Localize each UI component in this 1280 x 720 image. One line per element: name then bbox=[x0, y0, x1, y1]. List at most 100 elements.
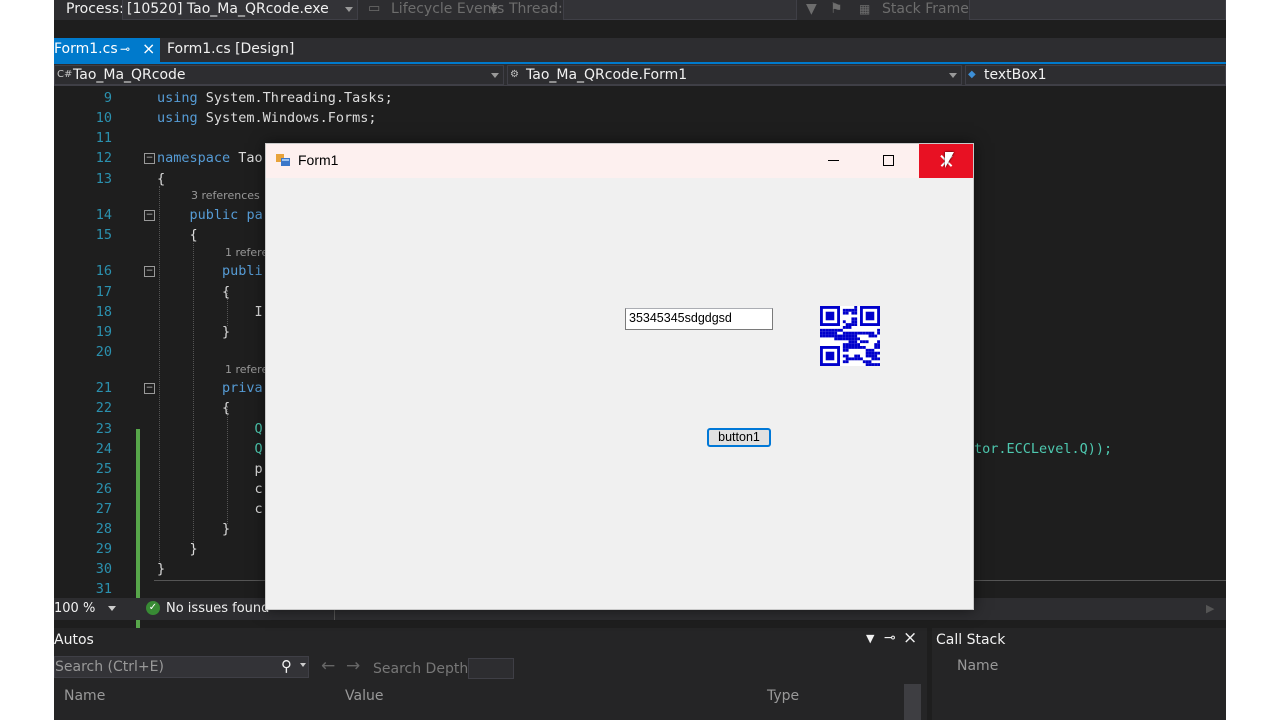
chevron-down-icon[interactable] bbox=[300, 663, 306, 667]
member-combo[interactable]: ◆ textBox1 bbox=[965, 65, 1226, 85]
textbox1[interactable]: 35345345sdgdgsd bbox=[625, 308, 773, 330]
code-line-24[interactable]: Q bbox=[157, 441, 263, 457]
keyword: namespace bbox=[157, 150, 231, 166]
chevron-down-icon bbox=[949, 73, 957, 78]
code-line-21[interactable]: priva bbox=[157, 380, 263, 396]
search-depth-combo[interactable] bbox=[468, 658, 514, 679]
keyword: publi bbox=[222, 263, 263, 279]
code-line-9[interactable]: using System.Threading.Tasks; bbox=[157, 90, 393, 106]
keyword: using bbox=[157, 90, 198, 106]
mouse-cursor-icon bbox=[945, 152, 954, 168]
line-number: 22 bbox=[95, 400, 112, 416]
line-number: 27 bbox=[95, 501, 112, 517]
stack-frame-combo[interactable] bbox=[969, 0, 1226, 20]
line-number: 10 bbox=[95, 110, 112, 126]
class-combo[interactable]: ⚙ Tao_Ma_QRcode.Form1 bbox=[507, 65, 962, 85]
lifecycle-events[interactable]: Lifecycle Events bbox=[391, 0, 504, 20]
call-stack-panel: Call Stack Name bbox=[932, 628, 1226, 720]
pin-icon[interactable]: ⊸ bbox=[120, 42, 130, 56]
form-title: Form1 bbox=[298, 152, 339, 168]
column-name[interactable]: Name bbox=[957, 658, 998, 674]
line-number: 15 bbox=[95, 227, 112, 243]
code-line-26[interactable]: c bbox=[157, 481, 263, 497]
qr-code-image bbox=[820, 306, 880, 366]
code-line-24-tail[interactable]: tor.ECCLevel.Q)); bbox=[974, 441, 1112, 457]
line-number: 9 bbox=[103, 90, 112, 106]
close-icon[interactable]: × bbox=[142, 39, 155, 58]
maximize-button[interactable] bbox=[864, 144, 918, 178]
stack-frame-icon: ▦ bbox=[859, 2, 871, 16]
column-name[interactable]: Name bbox=[64, 688, 105, 704]
collapse-icon[interactable]: − bbox=[144, 383, 155, 394]
class-icon: ⚙ bbox=[510, 69, 519, 80]
tab-form1-design[interactable]: Form1.cs [Design] bbox=[167, 41, 294, 57]
column-type[interactable]: Type bbox=[767, 688, 799, 704]
codelens-references[interactable]: 1 refere bbox=[225, 363, 268, 376]
code-line-19[interactable]: } bbox=[157, 324, 230, 340]
arrow-right-icon[interactable]: → bbox=[346, 656, 360, 676]
csharp-icon: C# bbox=[57, 69, 73, 80]
thread-combo[interactable] bbox=[563, 0, 797, 20]
process-combo[interactable]: [10520] Tao_Ma_QRcode.exe bbox=[122, 0, 358, 20]
code-line-12[interactable]: namespace Tao bbox=[157, 150, 263, 166]
code-line-10[interactable]: using System.Windows.Forms; bbox=[157, 110, 376, 126]
zoom-level[interactable]: 100 % bbox=[54, 601, 95, 616]
close-icon[interactable]: × bbox=[903, 628, 917, 648]
scrollbar[interactable] bbox=[904, 684, 921, 720]
minimize-button[interactable] bbox=[808, 144, 862, 178]
search-placeholder: Search (Ctrl+E) bbox=[55, 659, 164, 675]
form-title-bar[interactable]: Form1 bbox=[266, 144, 973, 178]
code-line-14[interactable]: public pa bbox=[157, 207, 263, 223]
codelens-references[interactable]: 1 refere bbox=[225, 246, 268, 259]
line-number: 21 bbox=[95, 380, 112, 396]
chevron-down-icon[interactable] bbox=[108, 606, 116, 611]
issues-status[interactable]: No issues found bbox=[166, 601, 269, 616]
collapse-icon[interactable]: − bbox=[144, 153, 155, 164]
search-depth-label: Search Depth: bbox=[373, 661, 473, 677]
line-number: 16 bbox=[95, 263, 112, 279]
filter-icon[interactable]: ▼ bbox=[806, 0, 817, 20]
minimize-icon bbox=[828, 160, 839, 161]
code-text: System.Threading.Tasks; bbox=[205, 90, 393, 106]
code-text: Tao bbox=[238, 150, 263, 166]
column-value[interactable]: Value bbox=[345, 688, 383, 704]
code-line-23[interactable]: Q bbox=[157, 421, 263, 437]
code-line-27[interactable]: c bbox=[157, 501, 263, 517]
code-line-28[interactable]: } bbox=[157, 521, 230, 537]
code-line-29[interactable]: } bbox=[157, 541, 198, 557]
line-number: 30 bbox=[95, 561, 112, 577]
code-line-25[interactable]: p bbox=[157, 461, 263, 477]
codelens-references[interactable]: 3 references bbox=[191, 189, 260, 202]
chevron-down-icon[interactable]: ▼ bbox=[866, 632, 874, 645]
scroll-right-icon[interactable]: ▶ bbox=[1206, 602, 1214, 615]
pin-icon[interactable]: ⊸ bbox=[884, 630, 896, 646]
code-line-17[interactable]: { bbox=[157, 284, 230, 300]
collapse-icon[interactable]: − bbox=[144, 266, 155, 277]
arrow-left-icon[interactable]: ← bbox=[321, 656, 335, 676]
code-line-16[interactable]: publi bbox=[157, 263, 263, 279]
project-combo[interactable]: C# Tao_Ma_QRcode bbox=[54, 65, 504, 85]
code-line-13[interactable]: { bbox=[157, 171, 165, 187]
search-icon[interactable]: ⚲ bbox=[281, 657, 292, 675]
navigation-bar: C# Tao_Ma_QRcode ⚙ Tao_Ma_QRcode.Form1 ◆… bbox=[54, 64, 1226, 86]
keyword: using bbox=[157, 110, 198, 126]
line-number: 17 bbox=[95, 284, 112, 300]
code-line-30[interactable]: } bbox=[157, 561, 165, 577]
line-number: 23 bbox=[95, 421, 112, 437]
process-value: [10520] Tao_Ma_QRcode.exe bbox=[127, 1, 329, 17]
code-text: tor.ECCLevel.Q)); bbox=[974, 441, 1113, 457]
code-line-22[interactable]: { bbox=[157, 400, 230, 416]
code-line-18[interactable]: I bbox=[157, 304, 263, 320]
flag-icon[interactable]: ⚑ bbox=[830, 0, 843, 20]
chevron-down-icon: ▼ bbox=[490, 5, 498, 16]
code-text: System.Windows.Forms; bbox=[205, 110, 377, 126]
thread-label: Thread: bbox=[509, 1, 563, 17]
collapse-icon[interactable]: − bbox=[144, 210, 155, 221]
button1[interactable]: button1 bbox=[707, 428, 771, 447]
line-number: 28 bbox=[95, 521, 112, 537]
line-number: 29 bbox=[95, 541, 112, 557]
code-line-15[interactable]: { bbox=[157, 227, 198, 243]
tab-form1-cs[interactable]: Form1.cs ⊸ × bbox=[54, 38, 160, 62]
form-icon bbox=[276, 154, 290, 166]
search-input[interactable]: Search (Ctrl+E) ⚲ bbox=[54, 656, 309, 678]
